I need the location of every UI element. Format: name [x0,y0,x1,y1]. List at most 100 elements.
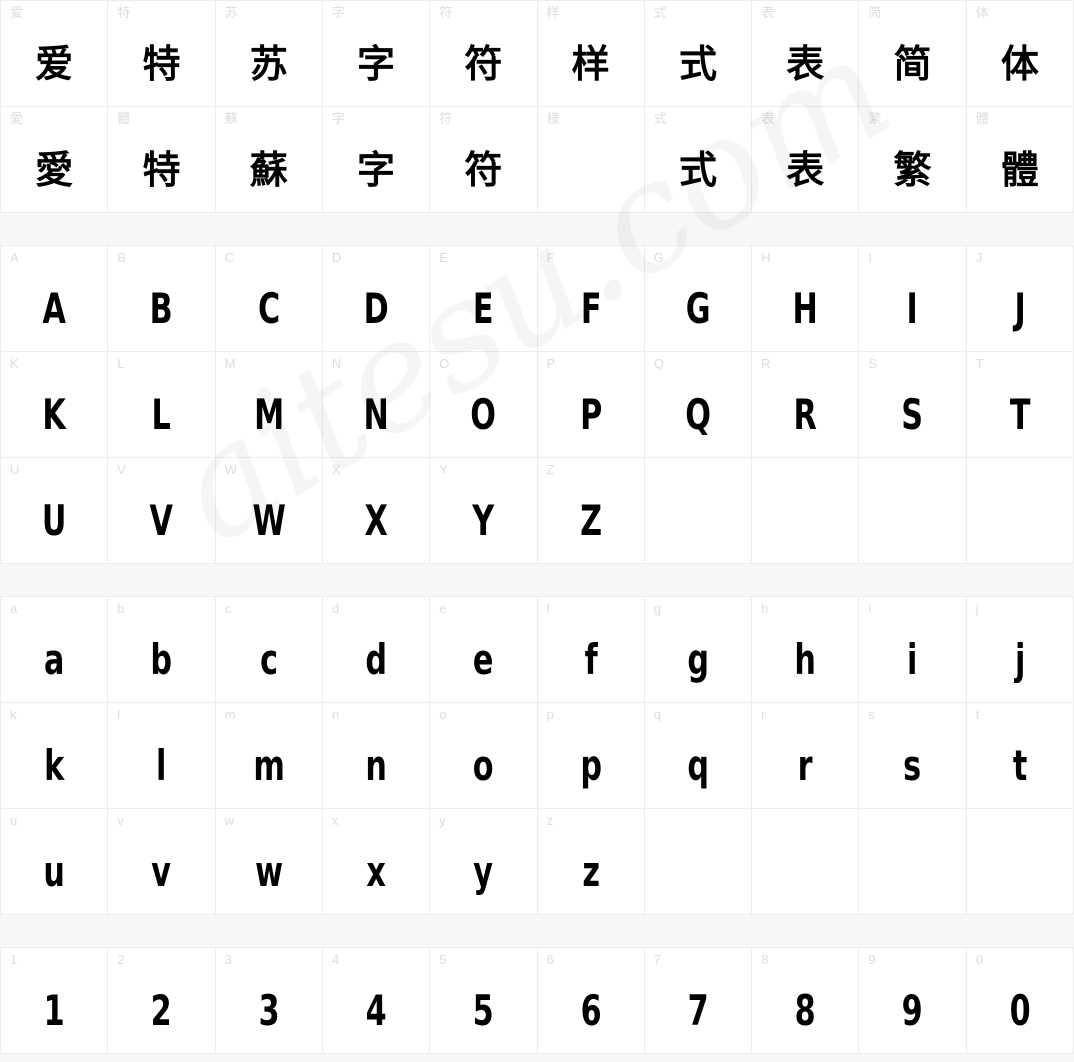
glyph-cell-empty [966,458,1074,564]
glyph-cell[interactable]: 简简 [859,1,967,107]
glyph-cell[interactable]: 體特 [108,107,216,213]
glyph-cell[interactable]: cc [215,597,323,703]
glyph-cell[interactable]: mm [215,703,323,809]
glyph-cell[interactable]: 式式 [644,1,753,107]
glyph-cell[interactable]: 55 [430,948,538,1054]
glyph-cell[interactable]: 66 [537,948,645,1054]
glyph-cell[interactable]: XX [322,458,431,564]
glyph-cell[interactable]: nn [322,703,431,809]
glyph-cell[interactable]: 77 [644,948,753,1054]
glyph-cell-character: 简 [893,42,932,86]
glyph-cell[interactable]: 11 [1,948,109,1054]
glyph-cell[interactable]: 44 [322,948,431,1054]
glyph-cell-empty [859,458,967,564]
glyph-cell[interactable]: 00 [966,948,1074,1054]
glyph-cell-character: D [363,284,389,333]
glyph-cell[interactable]: WW [215,458,323,564]
glyph-cell[interactable]: YY [430,458,538,564]
glyph-cell[interactable]: UU [1,458,109,564]
glyph-cell[interactable]: gg [644,597,753,703]
glyph-cell-character: R [793,390,817,439]
glyph-cell-label: V [117,462,126,477]
glyph-cell-character: 特 [142,148,181,192]
glyph-cell[interactable]: 式式 [644,107,753,213]
glyph-cell[interactable]: NN [322,352,431,458]
glyph-cell[interactable]: JJ [966,246,1074,352]
glyph-cell[interactable]: QQ [644,352,753,458]
glyph-cell[interactable]: dd [322,597,431,703]
glyph-cell-label: Z [546,462,555,477]
glyph-cell[interactable]: DD [322,246,431,352]
glyph-cell[interactable]: qq [644,703,753,809]
glyph-cell[interactable]: kk [1,703,109,809]
glyph-cell[interactable]: oo [430,703,538,809]
glyph-cell[interactable]: HH [752,246,860,352]
glyph-cell[interactable]: rr [752,703,860,809]
glyph-cell[interactable]: 體體 [966,107,1074,213]
glyph-cell[interactable]: jj [966,597,1074,703]
glyph-cell[interactable]: 99 [859,948,967,1054]
glyph-cell[interactable]: II [859,246,967,352]
glyph-cell[interactable]: 蘇蘇 [215,107,323,213]
glyph-cell[interactable]: AA [1,246,109,352]
glyph-cell-label: O [439,356,450,371]
glyph-cell[interactable]: vv [108,809,216,915]
glyph-cell-character: k [44,741,65,790]
glyph-cell-label: U [10,462,20,477]
glyph-cell-character: b [150,635,173,684]
glyph-cell[interactable]: TT [966,352,1074,458]
glyph-cell[interactable]: 33 [215,948,323,1054]
glyph-cell-empty [966,809,1074,915]
glyph-cell[interactable]: MM [215,352,323,458]
glyph-cell[interactable]: 样样 [537,1,645,107]
glyph-cell[interactable]: hh [752,597,860,703]
glyph-cell[interactable]: KK [1,352,109,458]
glyph-cell[interactable]: 字字 [322,1,431,107]
glyph-cell-label: u [10,813,18,828]
glyph-cell[interactable]: 88 [752,948,860,1054]
glyph-cell[interactable]: 苏苏 [215,1,323,107]
glyph-cell[interactable]: 符符 [430,1,538,107]
glyph-cell[interactable]: 符符 [430,107,538,213]
glyph-cell[interactable]: ll [108,703,216,809]
glyph-cell[interactable]: zz [537,809,645,915]
glyph-cell[interactable]: ZZ [537,458,645,564]
glyph-cell[interactable]: 字字 [322,107,431,213]
section-gap [0,213,1074,245]
glyph-cell[interactable]: aa [1,597,109,703]
glyph-cell-label: X [331,462,341,477]
glyph-cell[interactable]: 体体 [966,1,1074,107]
glyph-cell[interactable]: CC [215,246,323,352]
glyph-cell[interactable]: RR [752,352,860,458]
glyph-cell[interactable]: ii [859,597,967,703]
glyph-cell[interactable]: bb [108,597,216,703]
glyph-cell[interactable]: GG [644,246,753,352]
glyph-cell[interactable]: SS [859,352,967,458]
glyph-cell[interactable]: ss [859,703,967,809]
glyph-cell[interactable]: 表表 [752,1,860,107]
glyph-cell[interactable]: PP [537,352,645,458]
glyph-cell[interactable]: 爱爱 [1,1,109,107]
glyph-cell[interactable]: ee [430,597,538,703]
glyph-cell[interactable]: 特特 [108,1,216,107]
glyph-cell[interactable]: 繁繁 [859,107,967,213]
glyph-cell[interactable]: 様 [537,107,645,213]
glyph-cell[interactable]: ww [215,809,323,915]
glyph-cell[interactable]: yy [430,809,538,915]
glyph-cell[interactable]: uu [1,809,109,915]
glyph-cell-character: K [42,390,66,439]
glyph-cell[interactable]: xx [322,809,431,915]
glyph-cell[interactable]: VV [108,458,216,564]
glyph-cell[interactable]: EE [430,246,538,352]
glyph-cell-character: O [470,390,497,439]
glyph-cell[interactable]: tt [966,703,1074,809]
glyph-cell[interactable]: LL [108,352,216,458]
glyph-cell[interactable]: 表表 [752,107,860,213]
glyph-cell[interactable]: pp [537,703,645,809]
glyph-cell[interactable]: OO [430,352,538,458]
glyph-cell[interactable]: ff [537,597,645,703]
glyph-cell[interactable]: 愛愛 [1,107,109,213]
glyph-cell[interactable]: BB [108,246,216,352]
glyph-cell[interactable]: 22 [108,948,216,1054]
glyph-cell[interactable]: FF [537,246,645,352]
